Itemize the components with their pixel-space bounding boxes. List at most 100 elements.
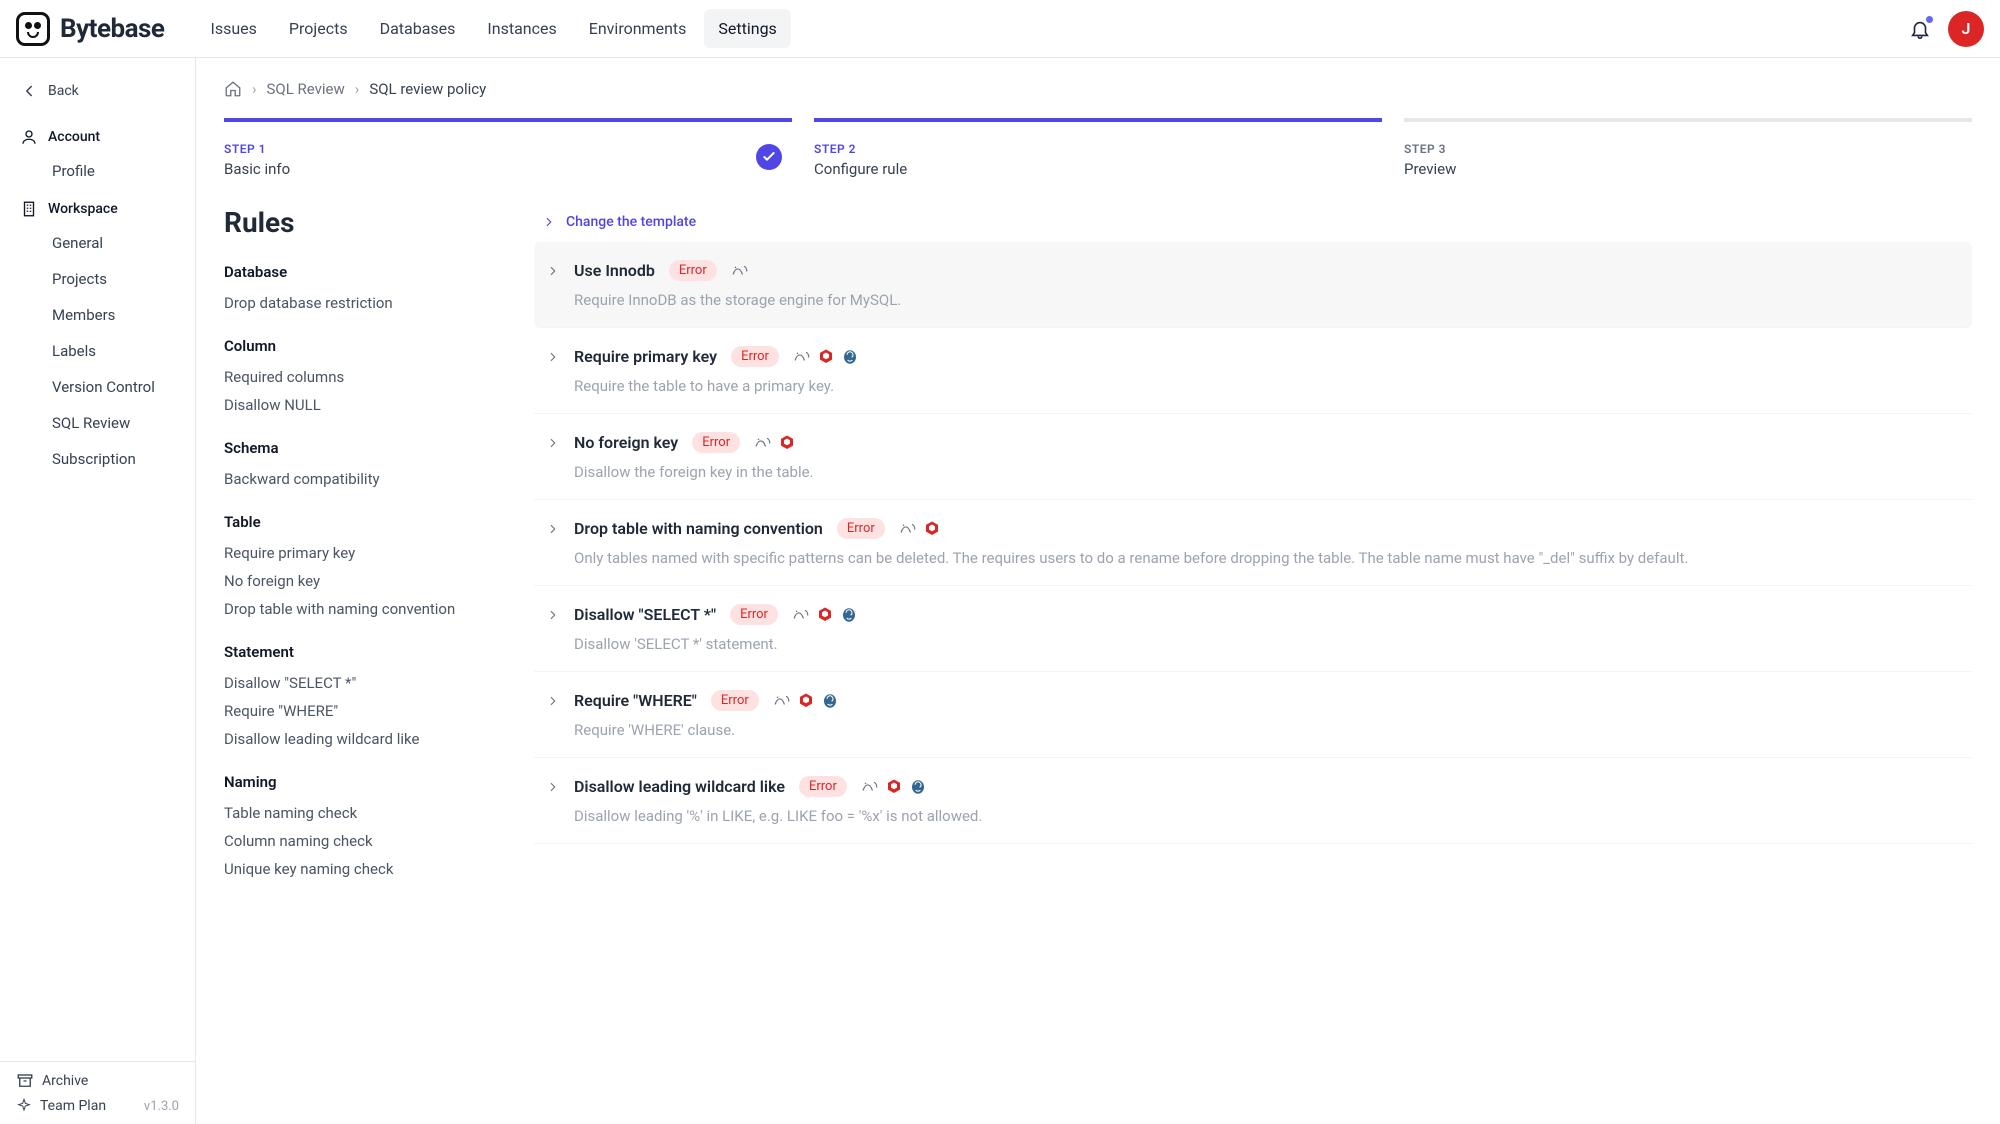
chevron-right-icon xyxy=(542,215,556,229)
nav-issues[interactable]: Issues xyxy=(196,9,270,48)
bell-badge xyxy=(1925,15,1934,24)
nav-databases[interactable]: Databases xyxy=(366,9,470,48)
tidb-icon xyxy=(817,348,835,366)
group-item[interactable]: Disallow NULL xyxy=(224,391,494,419)
logo[interactable]: Bytebase xyxy=(16,12,164,46)
mysql-icon xyxy=(792,606,810,624)
rule-item[interactable]: Use Innodb Error Require InnoDB as the s… xyxy=(534,242,1972,328)
group-item[interactable]: Drop database restriction xyxy=(224,289,494,317)
sidebar-item-general[interactable]: General xyxy=(20,226,183,260)
rule-name: Require primary key xyxy=(574,347,717,366)
mysql-icon xyxy=(754,434,772,452)
sparkle-icon xyxy=(16,1098,32,1114)
rules-panel: Change the template Use Innodb Error Req… xyxy=(534,206,1972,883)
nav-instances[interactable]: Instances xyxy=(473,9,570,48)
group-naming: Naming xyxy=(224,773,494,791)
rule-name: Use Innodb xyxy=(574,261,655,280)
archive-icon xyxy=(16,1072,34,1090)
group-item[interactable]: Require primary key xyxy=(224,539,494,567)
avatar-initial: J xyxy=(1962,19,1971,38)
group-statement: Statement xyxy=(224,643,494,661)
nav-settings[interactable]: Settings xyxy=(704,9,790,48)
crumb-sql-review[interactable]: SQL Review xyxy=(267,80,345,98)
sidebar-item-members[interactable]: Members xyxy=(20,298,183,332)
rule-name: Require "WHERE" xyxy=(574,691,697,710)
sidebar-archive[interactable]: Archive xyxy=(16,1072,179,1090)
step-todo[interactable]: STEP 3 Preview xyxy=(1404,118,1972,178)
sidebar-item-labels[interactable]: Labels xyxy=(20,334,183,368)
group-item[interactable]: No foreign key xyxy=(224,567,494,595)
nav-projects[interactable]: Projects xyxy=(275,9,362,48)
group-column: Column xyxy=(224,337,494,355)
group-item[interactable]: Disallow leading wildcard like xyxy=(224,725,494,753)
expand-rule[interactable] xyxy=(546,608,560,622)
home-icon[interactable] xyxy=(224,80,242,98)
rules-nav: Rules Database Drop database restriction C… xyxy=(224,206,494,883)
rule-item[interactable]: Require "WHERE" Error Require 'WHERE' cl… xyxy=(534,672,1972,758)
rule-desc: Disallow the foreign key in the table. xyxy=(574,463,1952,481)
expand-rule[interactable] xyxy=(546,436,560,450)
expand-rule[interactable] xyxy=(546,522,560,536)
avatar[interactable]: J xyxy=(1948,11,1984,47)
group-item[interactable]: Require "WHERE" xyxy=(224,697,494,725)
group-item[interactable]: Unique key naming check xyxy=(224,855,494,883)
group-item[interactable]: Drop table with naming convention xyxy=(224,595,494,623)
content: › SQL Review › SQL review policy STEP 1 … xyxy=(196,58,2000,1124)
group-item[interactable]: Column naming check xyxy=(224,827,494,855)
rule-db-icons xyxy=(754,434,796,452)
group-item[interactable]: Backward compatibility xyxy=(224,465,494,493)
tidb-icon xyxy=(923,520,941,538)
rule-level-badge: Error xyxy=(669,260,717,281)
main-nav: IssuesProjectsDatabasesInstancesEnvironm… xyxy=(196,9,790,48)
expand-rule[interactable] xyxy=(546,694,560,708)
group-item[interactable]: Table naming check xyxy=(224,799,494,827)
rule-item[interactable]: No foreign key Error Disallow the foreig… xyxy=(534,414,1972,500)
expand-rule[interactable] xyxy=(546,264,560,278)
sidebar-section-workspace: Workspace xyxy=(20,190,183,224)
sidebar-item-projects[interactable]: Projects xyxy=(20,262,183,296)
sidebar-plan[interactable]: Team Plan xyxy=(16,1098,106,1114)
group-item[interactable]: Disallow "SELECT *" xyxy=(224,669,494,697)
group-item[interactable]: Required columns xyxy=(224,363,494,391)
mysql-icon xyxy=(899,520,917,538)
crumb-current: SQL review policy xyxy=(369,80,486,98)
brand-name: Bytebase xyxy=(60,14,164,44)
rule-name: No foreign key xyxy=(574,433,678,452)
group-database: Database xyxy=(224,263,494,281)
mysql-icon xyxy=(731,262,749,280)
rule-level-badge: Error xyxy=(730,604,778,625)
rule-desc: Require 'WHERE' clause. xyxy=(574,721,1952,739)
notification-bell[interactable] xyxy=(1908,17,1932,41)
postgres-icon xyxy=(821,692,839,710)
change-template-link[interactable]: Change the template xyxy=(534,206,1972,242)
sidebar-item-version-control[interactable]: Version Control xyxy=(20,370,183,404)
sidebar-item-subscription[interactable]: Subscription xyxy=(20,442,183,476)
rule-db-icons xyxy=(899,520,941,538)
sidebar-item-sql-review[interactable]: SQL Review xyxy=(20,406,183,440)
back-button[interactable]: Back xyxy=(20,76,183,116)
logo-icon xyxy=(16,12,50,46)
step-current[interactable]: STEP 2 Configure rule xyxy=(814,118,1382,178)
sidebar-item-profile[interactable]: Profile xyxy=(20,154,183,188)
step-check-icon xyxy=(756,144,782,170)
back-label: Back xyxy=(48,83,79,99)
expand-rule[interactable] xyxy=(546,780,560,794)
rule-item[interactable]: Require primary key Error Require the ta… xyxy=(534,328,1972,414)
rule-db-icons xyxy=(731,262,749,280)
rules-heading: Rules xyxy=(224,206,494,239)
step-done[interactable]: STEP 1 Basic info xyxy=(224,118,792,178)
rule-db-icons xyxy=(773,692,839,710)
rule-desc: Only tables named with specific patterns… xyxy=(574,549,1952,567)
topbar: Bytebase IssuesProjectsDatabasesInstance… xyxy=(0,0,2000,58)
rule-desc: Require InnoDB as the storage engine for… xyxy=(574,291,1952,309)
rule-item[interactable]: Disallow "SELECT *" Error Disallow 'SELE… xyxy=(534,586,1972,672)
rule-db-icons xyxy=(793,348,859,366)
sidebar-plan-row: Team Plan v1.3.0 xyxy=(16,1098,179,1114)
nav-environments[interactable]: Environments xyxy=(575,9,701,48)
tidb-icon xyxy=(816,606,834,624)
expand-rule[interactable] xyxy=(546,350,560,364)
rule-level-badge: Error xyxy=(731,346,779,367)
rule-item[interactable]: Disallow leading wildcard like Error Dis… xyxy=(534,758,1972,844)
sidebar-section-account: Account xyxy=(20,118,183,152)
rule-item[interactable]: Drop table with naming convention Error … xyxy=(534,500,1972,586)
